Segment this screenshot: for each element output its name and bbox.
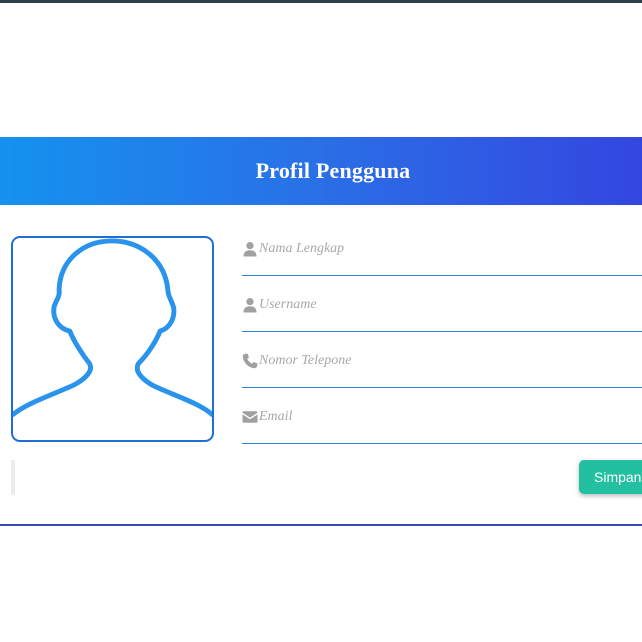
user-silhouette-icon (13, 238, 212, 417)
envelope-icon (242, 409, 258, 425)
top-border (0, 0, 642, 3)
username-field (242, 292, 642, 332)
avatar-upload-bar[interactable] (11, 460, 15, 495)
full-name-input[interactable] (259, 236, 639, 262)
avatar[interactable] (11, 236, 214, 442)
save-button[interactable]: Simpan (579, 460, 642, 494)
user-icon (242, 241, 258, 257)
phone-icon (242, 353, 258, 369)
email-field (242, 404, 642, 444)
card-divider (0, 524, 642, 526)
phone-field (242, 348, 642, 388)
user-icon (242, 297, 258, 313)
phone-input[interactable] (259, 348, 639, 374)
username-input[interactable] (259, 292, 639, 318)
profile-header: Profil Pengguna (0, 137, 642, 205)
full-name-field (242, 236, 642, 276)
email-input[interactable] (259, 404, 639, 430)
page-title: Profil Pengguna (255, 158, 411, 183)
